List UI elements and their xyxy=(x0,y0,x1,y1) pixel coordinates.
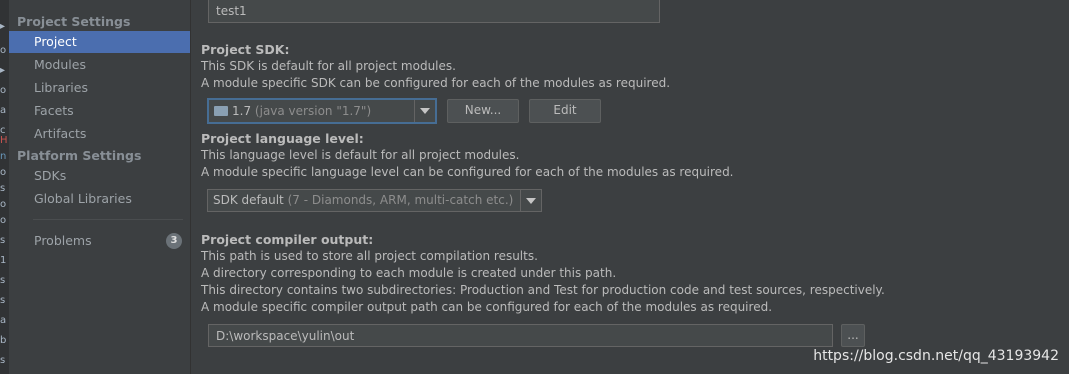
sidebar-item-project[interactable]: Project xyxy=(9,31,190,53)
editor-gutter: ▸ o ▸ o a c H n o s o o s 1 s s a b s xyxy=(0,0,9,374)
gutter-char: o xyxy=(0,215,7,226)
problems-count-badge: 3 xyxy=(166,233,182,249)
sidebar-item-sdks[interactable]: SDKs xyxy=(9,165,190,187)
project-settings-panel: test1 Project SDK: This SDK is default f… xyxy=(191,0,1069,374)
compiler-output-description-line-2: A directory corresponding to each module… xyxy=(201,266,617,280)
gutter-char: s xyxy=(0,183,6,194)
compiler-output-description-line-4: A module specific compiler output path c… xyxy=(201,300,773,314)
gutter-char: s xyxy=(0,235,6,246)
compiler-output-heading: Project compiler output: xyxy=(201,232,374,247)
language-level-value: SDK default xyxy=(213,193,284,207)
language-level-dropdown[interactable]: SDK default (7 - Diamonds, ARM, multi-ca… xyxy=(207,189,542,212)
language-level-selected-value: SDK default (7 - Diamonds, ARM, multi-ca… xyxy=(213,190,513,210)
sdk-selected-value: 1.7 (java version "1.7") xyxy=(214,101,371,121)
settings-sidebar: Project Settings Project Modules Librari… xyxy=(9,0,191,374)
new-sdk-button[interactable]: New... xyxy=(447,99,519,123)
gutter-char: s xyxy=(0,355,6,366)
sdk-version-detail: (java version "1.7") xyxy=(254,104,372,118)
edit-sdk-button[interactable]: Edit xyxy=(529,99,601,123)
problems-label: Problems xyxy=(34,233,92,248)
project-settings-heading: Project Settings xyxy=(17,14,131,29)
gutter-char: s xyxy=(0,295,6,306)
gutter-char: a xyxy=(0,105,7,116)
language-level-detail: (7 - Diamonds, ARM, multi-catch etc.) xyxy=(287,193,514,207)
project-sdk-dropdown[interactable]: 1.7 (java version "1.7") xyxy=(207,98,437,124)
sidebar-item-artifacts[interactable]: Artifacts xyxy=(9,123,190,145)
compiler-output-description-line-1: This path is used to store all project c… xyxy=(201,249,538,263)
gutter-char: b xyxy=(0,335,7,346)
platform-settings-heading: Platform Settings xyxy=(17,148,142,163)
compiler-output-description-line-3: This directory contains two subdirectori… xyxy=(201,283,885,297)
gutter-char: ▸ xyxy=(0,65,6,76)
gutter-char: o xyxy=(0,45,7,56)
gutter-char: n xyxy=(0,151,7,162)
language-level-description-line-2: A module specific language level can be … xyxy=(201,165,734,179)
gutter-char: 1 xyxy=(0,255,7,266)
sdk-description-line-1: This SDK is default for all project modu… xyxy=(201,59,456,73)
language-level-description-line-1: This language level is default for all p… xyxy=(201,148,520,162)
folder-icon xyxy=(214,106,228,116)
browse-button[interactable]: ... xyxy=(841,324,865,347)
gutter-char: o xyxy=(0,167,7,178)
sidebar-item-modules[interactable]: Modules xyxy=(9,54,190,76)
gutter-char: H xyxy=(0,135,8,146)
gutter-char: s xyxy=(0,275,6,286)
sdk-description-line-2: A module specific SDK can be configured … xyxy=(201,76,671,90)
gutter-char: a xyxy=(0,315,7,326)
gutter-char: ▸ xyxy=(0,21,6,32)
sidebar-item-facets[interactable]: Facets xyxy=(9,100,190,122)
watermark-text: https://blog.csdn.net/qq_43193942 xyxy=(813,348,1059,364)
sidebar-divider xyxy=(33,219,183,220)
sidebar-item-global-libraries[interactable]: Global Libraries xyxy=(9,188,190,210)
compiler-output-path-field[interactable]: D:\workspace\yulin\out xyxy=(208,324,833,347)
gutter-char: o xyxy=(0,199,7,210)
sidebar-item-libraries[interactable]: Libraries xyxy=(9,77,190,99)
project-sdk-heading: Project SDK: xyxy=(201,42,290,57)
gutter-char: o xyxy=(0,85,7,96)
language-level-heading: Project language level: xyxy=(201,131,364,146)
sidebar-item-problems[interactable]: Problems 3 xyxy=(9,230,190,252)
chevron-down-icon[interactable] xyxy=(414,100,435,122)
chevron-down-icon[interactable] xyxy=(520,190,541,211)
project-name-field[interactable]: test1 xyxy=(208,0,660,23)
sdk-version: 1.7 xyxy=(232,104,252,118)
